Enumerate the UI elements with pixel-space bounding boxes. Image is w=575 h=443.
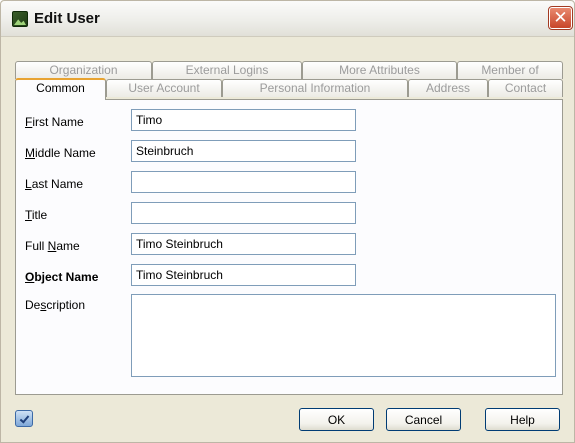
description-label: Description: [25, 298, 86, 312]
tab-user-account[interactable]: User Account: [106, 79, 222, 97]
description-field[interactable]: [131, 294, 556, 377]
tab-personal-information[interactable]: Personal Information: [222, 79, 408, 97]
first-name-label: First Name: [25, 115, 84, 129]
title-bar[interactable]: Edit User ✕: [1, 1, 574, 37]
edit-user-dialog: Edit User ✕ Organization External Logins…: [0, 0, 575, 443]
tab-common[interactable]: Common: [15, 78, 106, 100]
tab-address[interactable]: Address: [408, 79, 488, 97]
close-button[interactable]: ✕: [548, 6, 573, 30]
last-name-field[interactable]: [131, 171, 356, 193]
window-title: Edit User: [34, 10, 100, 27]
tab-member-of[interactable]: Member of: [457, 61, 563, 79]
tab-external-logins[interactable]: External Logins: [152, 61, 302, 79]
help-check-icon[interactable]: [15, 410, 33, 427]
title-label: Title: [25, 208, 48, 222]
cancel-button[interactable]: Cancel: [386, 408, 461, 431]
title-field[interactable]: [131, 202, 356, 224]
full-name-field[interactable]: [131, 233, 356, 255]
ok-button[interactable]: OK: [299, 408, 374, 431]
tab-contact[interactable]: Contact: [488, 79, 563, 97]
tab-more-attributes[interactable]: More Attributes: [302, 61, 457, 79]
help-button[interactable]: Help: [485, 408, 560, 431]
object-name-field[interactable]: [131, 264, 356, 286]
full-name-label: Full Name: [25, 239, 80, 253]
object-name-label: Object Name: [25, 270, 99, 284]
middle-name-label: Middle Name: [25, 146, 96, 160]
first-name-field[interactable]: [131, 109, 356, 131]
common-tab-panel: First Name Middle Name Last Name Title F…: [15, 99, 563, 395]
app-icon: [12, 11, 28, 27]
middle-name-field[interactable]: [131, 140, 356, 162]
tab-organization[interactable]: Organization: [15, 61, 152, 79]
last-name-label: Last Name: [25, 177, 84, 191]
